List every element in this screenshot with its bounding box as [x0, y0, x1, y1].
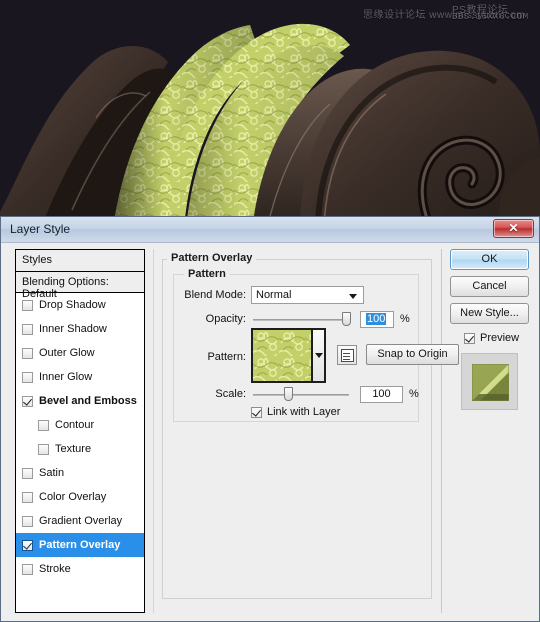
checkbox-box[interactable] — [22, 371, 33, 383]
opacity-label: Opacity: — [205, 313, 246, 325]
close-icon: ✕ — [508, 221, 519, 235]
dialog-buttons-panel: OK Cancel New Style... Preview — [450, 249, 532, 613]
style-row-label: Bevel and Emboss — [39, 395, 137, 407]
style-row-label: Outer Glow — [39, 347, 95, 359]
chevron-down-icon — [349, 294, 357, 299]
style-row-inner-shadow[interactable]: Inner Shadow — [16, 317, 144, 341]
scale-unit: % — [409, 388, 419, 400]
watermark-line-3: BBS.16XX8.COM — [452, 12, 529, 22]
style-row-color-overlay[interactable]: Color Overlay — [16, 485, 144, 509]
style-row-contour[interactable]: Contour — [16, 413, 144, 437]
checkbox-box — [251, 406, 262, 418]
style-row-label: Contour — [55, 419, 95, 431]
styles-panel: Styles Blending Options: Default Drop Sh… — [15, 249, 145, 613]
new-style-button[interactable]: New Style... — [450, 303, 529, 324]
style-row-label: Pattern Overlay — [39, 539, 121, 551]
preview-thumbnail — [461, 353, 518, 410]
style-row-pattern-overlay[interactable]: Pattern Overlay — [16, 533, 144, 557]
checkbox-box[interactable] — [22, 395, 33, 407]
opacity-unit: % — [400, 313, 410, 325]
styles-header: Styles — [16, 250, 144, 272]
checkbox-box[interactable] — [22, 563, 33, 575]
style-row-label: Stroke — [39, 563, 71, 575]
scale-label: Scale: — [215, 388, 246, 400]
preview-swatch — [471, 363, 510, 402]
dialog-titlebar[interactable]: Layer Style ✕ — [1, 217, 539, 243]
pattern-overlay-panel: Pattern Overlay Pattern Blend Mode: Norm… — [153, 249, 459, 613]
checkbox-box[interactable] — [22, 347, 33, 359]
scale-slider-thumb[interactable] — [284, 387, 293, 401]
style-row-bevel-and-emboss[interactable]: Bevel and Emboss — [16, 389, 144, 413]
dialog-title: Layer Style — [10, 222, 71, 236]
ok-button[interactable]: OK — [450, 249, 529, 270]
scale-input[interactable]: 100 — [360, 386, 403, 403]
blend-mode-label: Blend Mode: — [184, 289, 246, 301]
snap-to-origin-button[interactable]: Snap to Origin — [366, 344, 459, 365]
style-row-label: Color Overlay — [39, 491, 107, 503]
link-with-layer-label: Link with Layer — [267, 406, 341, 418]
opacity-slider-thumb[interactable] — [342, 312, 351, 326]
link-with-layer-checkbox[interactable]: Link with Layer — [251, 406, 340, 418]
style-row-gradient-overlay[interactable]: Gradient Overlay — [16, 509, 144, 533]
style-row-satin[interactable]: Satin — [16, 461, 144, 485]
new-preset-icon — [341, 349, 354, 362]
style-row-stroke[interactable]: Stroke — [16, 557, 144, 581]
section-title: Pattern Overlay — [167, 252, 257, 264]
blend-mode-select[interactable]: Normal — [251, 286, 364, 304]
checkbox-box[interactable] — [22, 539, 33, 551]
checkbox-box[interactable] — [22, 299, 33, 311]
pattern-overlay-group: Pattern Blend Mode: Normal Opacity: 100 … — [162, 259, 459, 599]
pattern-picker-dropdown[interactable] — [313, 328, 326, 383]
dialog-body: Styles Blending Options: Default Drop Sh… — [1, 244, 539, 621]
screenshot-root: 思缘设计论坛 www.missyuan.com PS教程论坛 BBS.16XX8… — [0, 0, 540, 622]
preview-checkbox[interactable]: Preview — [464, 332, 519, 344]
style-row-label: Texture — [55, 443, 92, 455]
photoshop-canvas-artwork: 思缘设计论坛 www.missyuan.com PS教程论坛 BBS.16XX8… — [0, 0, 540, 230]
checkbox-box[interactable] — [38, 419, 49, 431]
close-button[interactable]: ✕ — [493, 219, 534, 238]
style-row-texture[interactable]: Texture — [16, 437, 144, 461]
style-row-label: Inner Shadow — [39, 323, 107, 335]
pattern-group: Pattern Blend Mode: Normal Opacity: 100 … — [173, 268, 459, 422]
blending-options-row[interactable]: Blending Options: Default — [16, 272, 144, 300]
checkbox-box[interactable] — [22, 515, 33, 527]
checkbox-box[interactable] — [38, 443, 49, 455]
style-row-inner-glow[interactable]: Inner Glow — [16, 365, 144, 389]
preview-label: Preview — [480, 332, 520, 344]
pattern-swatch[interactable] — [251, 328, 313, 383]
style-row-label: Satin — [39, 467, 65, 479]
opacity-slider-track[interactable] — [253, 319, 349, 321]
style-row-label: Drop Shadow — [39, 299, 106, 311]
opacity-input[interactable]: 100 — [360, 311, 394, 328]
styles-list: Drop Shadow Inner Shadow Outer Glow Inner G… — [16, 293, 144, 581]
opacity-value: 100 — [366, 313, 387, 325]
checkbox-box[interactable] — [22, 323, 33, 335]
layer-style-dialog: Layer Style ✕ Styles Blending Options: D… — [0, 216, 540, 622]
cancel-button[interactable]: Cancel — [450, 276, 529, 297]
chevron-down-icon — [315, 353, 323, 358]
scale-slider-track[interactable] — [253, 394, 349, 396]
checkbox-box[interactable] — [22, 491, 33, 503]
style-row-label: Gradient Overlay — [39, 515, 123, 527]
blend-mode-value: Normal — [256, 289, 292, 301]
checkbox-box[interactable] — [22, 467, 33, 479]
pattern-group-title: Pattern — [184, 268, 230, 280]
new-preset-button[interactable] — [337, 345, 357, 365]
pattern-label: Pattern: — [207, 351, 246, 363]
style-row-outer-glow[interactable]: Outer Glow — [16, 341, 144, 365]
style-row-label: Inner Glow — [39, 371, 93, 383]
checkbox-box — [464, 332, 475, 344]
